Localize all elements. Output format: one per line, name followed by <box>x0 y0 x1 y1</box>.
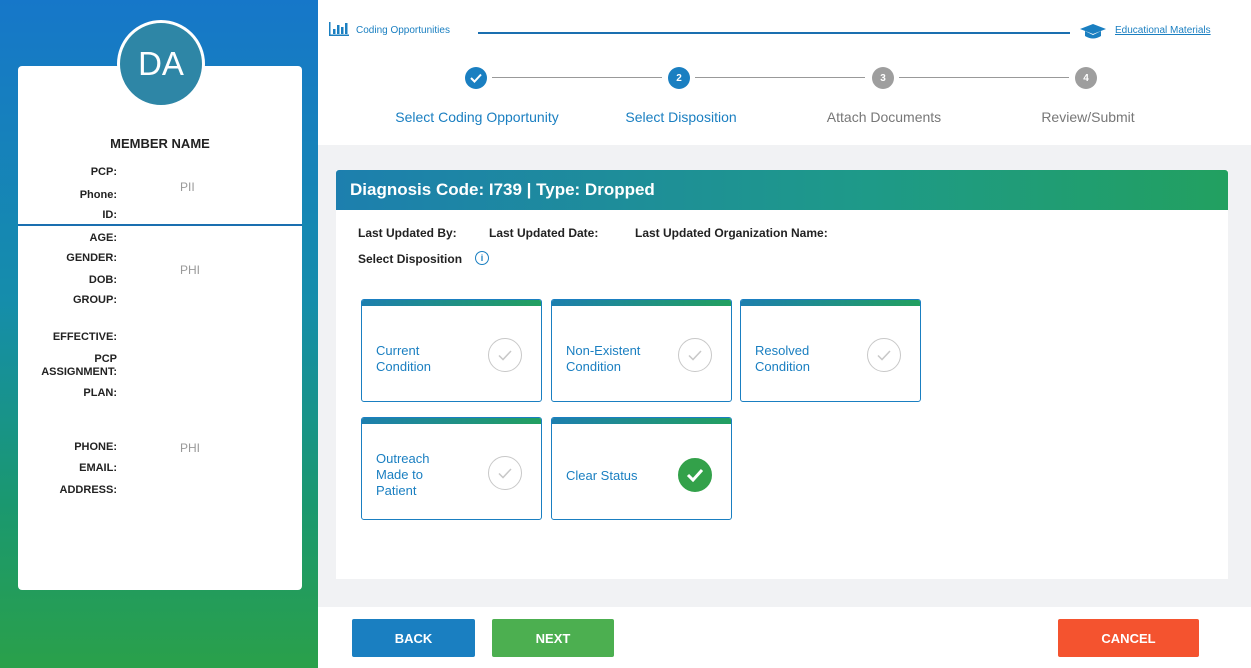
address-label: ADDRESS: <box>59 484 117 496</box>
phi-placeholder-2: PHI <box>180 441 201 455</box>
dob-label: DOB: <box>88 274 117 286</box>
effective-label: EFFECTIVE: <box>52 331 117 343</box>
pcp-assignment-label: PCP ASSIGNMENT: <box>41 353 117 378</box>
step-3-label[interactable]: Attach Documents <box>803 109 965 125</box>
select-disposition-label: Select Disposition <box>358 252 463 266</box>
info-icon[interactable]: i <box>475 251 489 265</box>
cancel-button[interactable]: CANCEL <box>1058 619 1199 657</box>
step-3-dot[interactable]: 3 <box>872 67 894 89</box>
card-label: Non-Existent Condition <box>566 343 641 374</box>
check-circle-icon <box>867 338 901 372</box>
contact-phone-label: PHONE: <box>74 441 117 453</box>
pii-placeholder: PII <box>180 180 195 194</box>
member-avatar: DA <box>117 20 205 108</box>
step-2-dot[interactable]: 2 <box>668 67 690 89</box>
step-connector-2 <box>695 77 865 78</box>
last-updated-date-label: Last Updated Date: <box>489 226 599 240</box>
step-4-dot[interactable]: 4 <box>1075 67 1097 89</box>
disposition-card-clear-status[interactable]: Clear Status <box>551 417 732 520</box>
check-circle-icon <box>488 456 522 490</box>
step-1-label[interactable]: Select Coding Opportunity <box>376 109 578 125</box>
back-button[interactable]: BACK <box>352 619 475 657</box>
disposition-card-resolved-condition[interactable]: Resolved Condition <box>740 299 921 402</box>
step-4-label[interactable]: Review/Submit <box>1007 109 1169 125</box>
graduation-cap-icon <box>1080 24 1106 40</box>
check-circle-selected-icon <box>678 458 712 492</box>
last-updated-org-label: Last Updated Organization Name: <box>635 226 828 240</box>
card-label: Resolved Condition <box>755 343 810 374</box>
step-2-number: 2 <box>676 72 682 84</box>
card-label: Current Condition <box>376 343 431 374</box>
educational-materials-link[interactable]: Educational Materials <box>1115 25 1211 36</box>
step-connector-3 <box>899 77 1069 78</box>
next-button[interactable]: NEXT <box>492 619 614 657</box>
step-4-number: 4 <box>1083 72 1089 84</box>
group-label: GROUP: <box>73 294 117 306</box>
age-label: AGE: <box>89 232 118 244</box>
card-label: Outreach Made to Patient <box>376 451 430 498</box>
breadcrumb-coding-opportunities[interactable]: Coding Opportunities <box>356 25 450 36</box>
disposition-card-current-condition[interactable]: Current Condition <box>361 299 542 402</box>
check-circle-icon <box>678 338 712 372</box>
disposition-card-non-existent-condition[interactable]: Non-Existent Condition <box>551 299 732 402</box>
gender-label: GENDER: <box>66 252 117 264</box>
member-name: MEMBER NAME <box>110 136 210 151</box>
step-2-label[interactable]: Select Disposition <box>600 109 762 125</box>
step-1-check-icon[interactable] <box>465 67 487 89</box>
avatar-initials: DA <box>138 45 184 82</box>
card-label: Clear Status <box>566 468 638 483</box>
sidebar-divider <box>18 224 302 226</box>
pcp-label: PCP: <box>90 166 117 178</box>
check-circle-icon <box>488 338 522 372</box>
step-3-number: 3 <box>880 72 886 84</box>
last-updated-by-label: Last Updated By: <box>358 226 457 240</box>
breadcrumb-divider <box>478 32 1070 34</box>
phi-placeholder-1: PHI <box>180 263 201 277</box>
email-label: EMAIL: <box>79 462 117 474</box>
phone-label: Phone: <box>79 189 117 201</box>
panel-title: Diagnosis Code: I739 | Type: Dropped <box>350 180 655 199</box>
plan-label: PLAN: <box>83 387 117 399</box>
disposition-card-outreach-made-to-patient[interactable]: Outreach Made to Patient <box>361 417 542 520</box>
bar-chart-icon <box>329 22 349 39</box>
id-label: ID: <box>102 209 117 221</box>
step-connector-1 <box>492 77 662 78</box>
